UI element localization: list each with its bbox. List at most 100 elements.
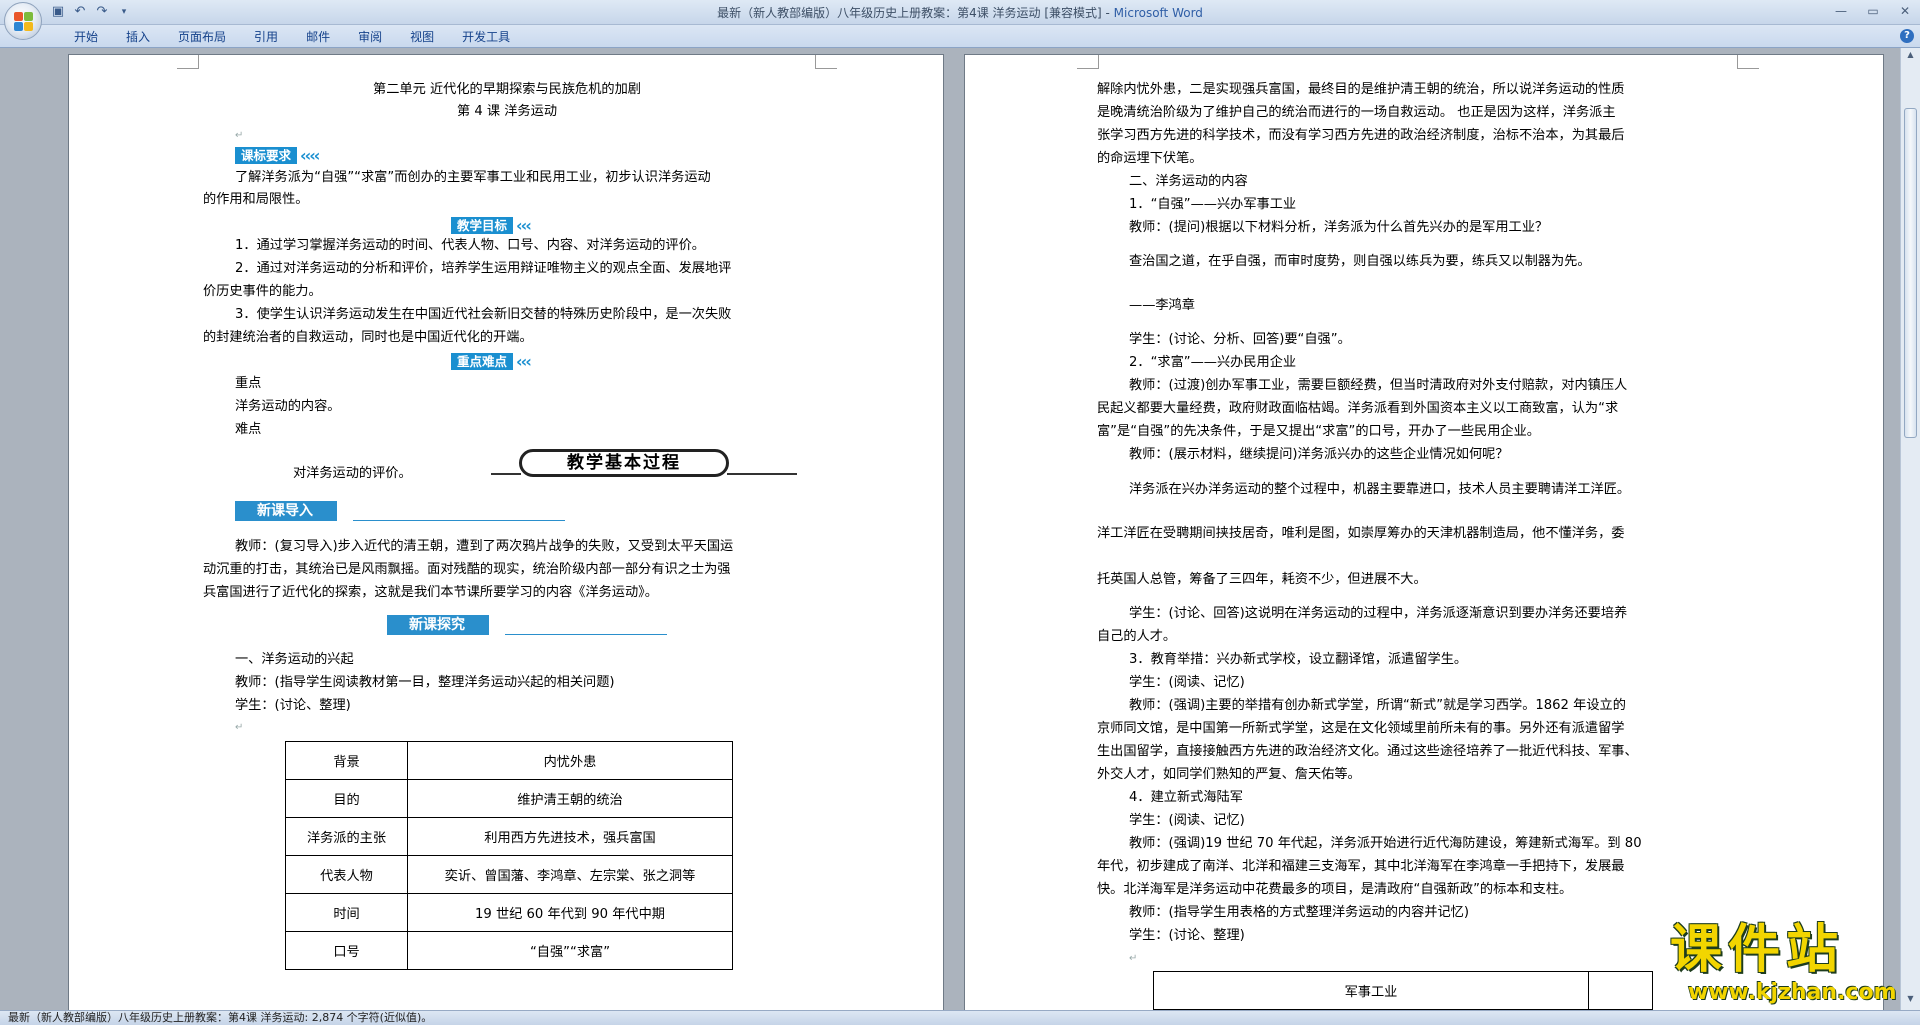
body-line: 快。北洋海军是洋务运动中花费最多的项目，是清政府“自强新政”的标本和支柱。 — [1097, 882, 1573, 897]
intro-line: 教师：(复习导入)步入近代的清王朝，遭到了两次鸦片战争的失败，又受到太平天国运 — [235, 539, 734, 554]
body-line: 民起义都要大量经费，政府财政面临枯竭。洋务派看到外国资本主义以工商致富，认为“求 — [1097, 401, 1619, 416]
body-line: 年代，初步建成了南洋、北洋和福建三支海军，其中北洋海军在李鸿章一手把持下，发展最 — [1097, 859, 1625, 874]
table-cell: 代表人物 — [285, 855, 408, 894]
body-line: 学生：(阅读、记忆) — [1129, 813, 1245, 828]
body-line: 2．“求富”——兴办民用企业 — [1129, 355, 1297, 370]
goal-line: 的封建统治者的自救运动，同时也是中国近代化的开端。 — [203, 330, 533, 345]
body-line: 4．建立新式海陆军 — [1129, 790, 1243, 805]
table-row: 口号 “自强”“求富” — [285, 931, 733, 970]
quote-line: 洋务派在兴办洋务运动的整个过程中，机器主要靠进口，技术人员主要聘请洋工洋匠。 — [1129, 482, 1631, 497]
watermark-logo: 课件站 www.kjzhan.com — [1670, 920, 1897, 1005]
vertical-scrollbar[interactable]: ▲ ▼ — [1900, 48, 1920, 1010]
document-page-left[interactable]: 第二单元 近代化的早期探索与民族危机的加剧 第 4 课 洋务运动 ↵ 课标要求 ‹… — [68, 54, 944, 1010]
crop-mark — [1077, 55, 1099, 69]
key-line: 难点 — [235, 422, 262, 437]
process-banner: 教学基本过程 — [491, 447, 811, 481]
section-intro-bar: 新课导入 — [235, 501, 565, 523]
tab-developer[interactable]: 开发工具 — [448, 29, 524, 45]
body-line: 教师：(提问)根据以下材料分析，洋务派为什么首先兴办的是军用工业？ — [1129, 220, 1549, 235]
explore-line: 教师：(指导学生阅读教材第一目，整理洋务运动兴起的相关问题) — [235, 675, 615, 690]
table-cell: 奕䜣、曾国藩、李鸿章、左宗棠、张之洞等 — [407, 855, 733, 894]
table-row: 军事工业 — [1153, 971, 1653, 1010]
key-line: 洋务运动的内容。 — [235, 399, 341, 414]
body-line: 外交人才，如同学们熟知的严复、詹天佑等。 — [1097, 767, 1361, 782]
banner-goals: 教学目标 ‹‹‹ — [451, 215, 532, 235]
office-logo-icon — [14, 12, 34, 32]
office-button[interactable] — [4, 2, 42, 40]
requirements-line-1: 了解洋务派为“自强”“求富”而创办的主要军事工业和民用工业，初步认识洋务运动 — [235, 170, 711, 185]
paragraph-mark: ↵ — [235, 722, 244, 733]
body-line: 生出国留学，直接接触西方先进的政治经济文化。通过这些途径培养了一批近代科技、军事… — [1097, 744, 1638, 759]
tab-insert[interactable]: 插入 — [112, 29, 164, 45]
body-line: 富”是“自强”的先决条件，于是又提出“求富”的口号，开办了一些民用企业。 — [1097, 424, 1540, 439]
paragraph-mark: ↵ — [1129, 953, 1138, 964]
banner-key-points: 重点难点 ‹‹‹ — [451, 351, 532, 371]
body-line: 学生：(讨论、分析、回答)要“自强”。 — [1129, 332, 1351, 347]
table-cell: 洋务派的主张 — [285, 817, 408, 856]
body-line: 是晚清统治阶级为了维护自己的统治而进行的一场自救运动。 也正是因为这样，洋务派主 — [1097, 105, 1616, 120]
status-text: 最新（新人教部编版）八年级历史上册教案：第4课 洋务运动: 2,874 个字符(… — [8, 1011, 433, 1024]
minimize-icon[interactable]: — — [1832, 3, 1850, 19]
table-cell: 目的 — [285, 779, 408, 818]
table-row: 目的 维护清王朝的统治 — [285, 779, 733, 818]
window-controls: — ▭ ✕ — [1832, 3, 1914, 19]
crop-mark — [815, 55, 837, 69]
section-explore-bar: 新课探究 — [387, 615, 667, 637]
scrollbar-thumb[interactable] — [1904, 108, 1917, 438]
explore-line: 学生：(讨论、整理) — [235, 698, 351, 713]
lesson-title: 第 4 课 洋务运动 — [456, 104, 558, 119]
table-cell: 利用西方先进技术，强兵富国 — [407, 817, 733, 856]
body-line: 二、洋务运动的内容 — [1129, 174, 1248, 189]
document-page-right[interactable]: 解除内忧外患，二是实现强兵富国，最终目的是维护清王朝的统治，所以说洋务运动的性质… — [964, 54, 1884, 1010]
intro-line: 兵富国进行了近代化的探索，这就是我们本节课所要学习的内容《洋务运动》。 — [203, 585, 658, 600]
goal-line: 3．使学生认识洋务运动发生在中国近代社会新旧交替的特殊历史阶段中，是一次失败 — [235, 307, 732, 322]
body-line: 1．“自强”——兴办军事工业 — [1129, 197, 1297, 212]
body-line: 教师：(展示材料，继续提问)洋务派兴办的这些企业情况如何呢？ — [1129, 447, 1509, 462]
window-title: 最新（新人教部编版）八年级历史上册教案：第4课 洋务运动 [兼容模式] - Mi… — [717, 6, 1203, 20]
difficulty-text: 对洋务运动的评价。 — [293, 466, 412, 481]
scroll-up-icon[interactable]: ▲ — [1904, 50, 1917, 64]
table-header-cell: 军事工业 — [1153, 971, 1589, 1010]
tab-view[interactable]: 视图 — [396, 29, 448, 45]
crop-mark — [1737, 55, 1759, 69]
unit-title: 第二单元 近代化的早期探索与民族危机的加剧 — [373, 82, 641, 97]
title-bar: ▣ ↶ ↷ ▾ 最新（新人教部编版）八年级历史上册教案：第4课 洋务运动 [兼容… — [0, 0, 1920, 40]
body-line: 教师：(指导学生用表格的方式整理洋务运动的内容并记忆) — [1129, 905, 1469, 920]
table-cell: 内忧外患 — [407, 741, 733, 780]
body-line: 教师：(强调)主要的举措有创办新式学堂，所谓“新式”就是学习西学。1862 年设… — [1129, 698, 1626, 713]
table-cell: 19 世纪 60 年代到 90 年代中期 — [407, 893, 733, 932]
document-area: 第二单元 近代化的早期探索与民族危机的加剧 第 4 课 洋务运动 ↵ 课标要求 ‹… — [0, 48, 1900, 1010]
table-cell: 口号 — [285, 931, 408, 970]
body-line: 学生：(阅读、记忆) — [1129, 675, 1245, 690]
body-line: 教师：(过渡)创办军事工业，需要巨额经费，但当时清政府对外支付赔款，对内镇压人 — [1129, 378, 1628, 393]
tab-review[interactable]: 审阅 — [344, 29, 396, 45]
help-icon[interactable]: ? — [1900, 29, 1914, 43]
body-line: 教师：(强调)19 世纪 70 年代起，洋务派开始进行近代海防建设，筹建新式海军… — [1129, 836, 1642, 851]
tab-home[interactable]: 开始 — [60, 29, 112, 45]
requirements-line-2: 的作用和局限性。 — [203, 192, 309, 207]
table-cell: 背景 — [285, 741, 408, 780]
table-cell: 时间 — [285, 893, 408, 932]
body-line: 学生：(讨论、回答)这说明在洋务运动的过程中，洋务派逐渐意识到要办洋务还要培养 — [1129, 606, 1628, 621]
ribbon-tabs: 开始 插入 页面布局 引用 邮件 审阅 视图 开发工具 — [60, 29, 524, 45]
tab-mailings[interactable]: 邮件 — [292, 29, 344, 45]
table-cell: “自强”“求富” — [407, 931, 733, 970]
status-bar: 最新（新人教部编版）八年级历史上册教案：第4课 洋务运动: 2,874 个字符(… — [0, 1010, 1920, 1025]
key-line: 重点 — [235, 376, 262, 391]
crop-mark — [177, 55, 199, 69]
close-icon[interactable]: ✕ — [1896, 3, 1914, 19]
maximize-icon[interactable]: ▭ — [1864, 3, 1882, 19]
table-row: 背景 内忧外患 — [285, 741, 733, 780]
tab-page-layout[interactable]: 页面布局 — [164, 29, 240, 45]
body-line: 张学习西方先进的科学技术，而没有学习西方先进的政治经济制度，治标不治本，为其最后 — [1097, 128, 1625, 143]
explore-line: 一、洋务运动的兴起 — [235, 652, 354, 667]
overview-table: 背景 内忧外患 目的 维护清王朝的统治 洋务派的主张 利用西方先进技术，强兵富国… — [285, 741, 733, 970]
table-row: 洋务派的主张 利用西方先进技术，强兵富国 — [285, 817, 733, 856]
goal-line: 1．通过学习掌握洋务运动的时间、代表人物、口号、内容、对洋务运动的评价。 — [235, 238, 705, 253]
table-row: 代表人物 奕䜣、曾国藩、李鸿章、左宗棠、张之洞等 — [285, 855, 733, 894]
body-line: 学生：(讨论、整理) — [1129, 928, 1245, 943]
body-line: 自己的人才。 — [1097, 629, 1177, 644]
table-cell — [1588, 971, 1653, 1010]
tab-references[interactable]: 引用 — [240, 29, 292, 45]
table-cell: 维护清王朝的统治 — [407, 779, 733, 818]
